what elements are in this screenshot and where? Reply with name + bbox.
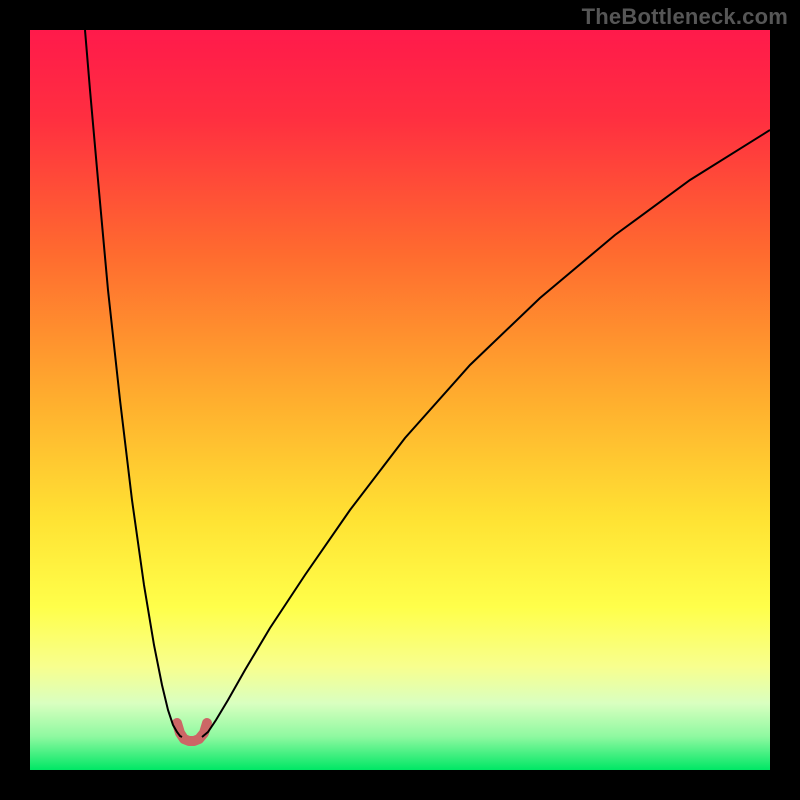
valley-arc-series [177,723,207,741]
right-branch-series [202,130,770,737]
attribution-text: TheBottleneck.com [582,4,788,30]
chart-frame: TheBottleneck.com [0,0,800,800]
left-branch-series [85,30,182,737]
curve-layer [30,30,770,770]
plot-area [30,30,770,770]
